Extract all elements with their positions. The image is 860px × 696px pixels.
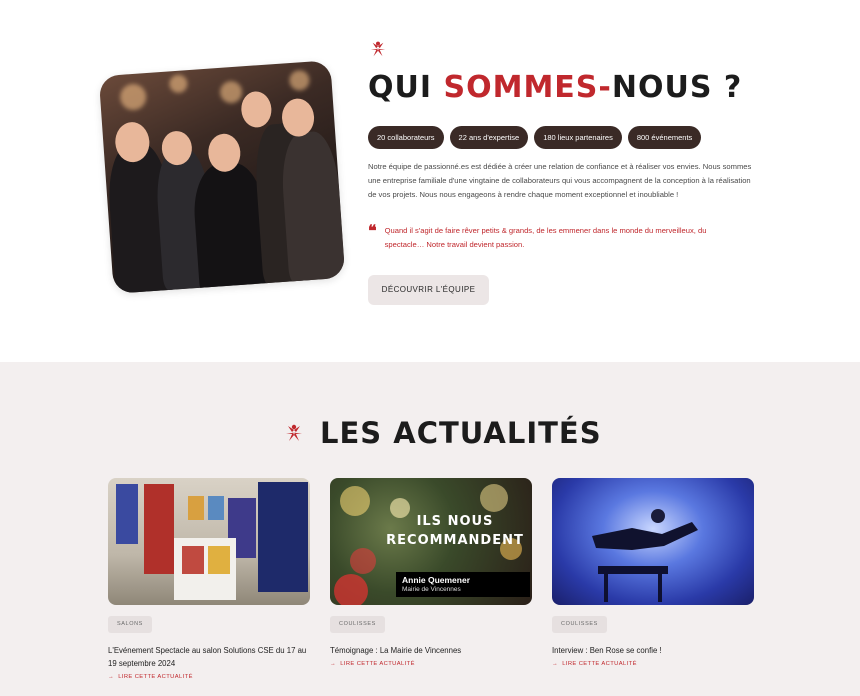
- about-title: QUI SOMMES-NOUS ?: [368, 70, 743, 105]
- news-card-title[interactable]: Témoignage : La Mairie de Vincennes: [330, 644, 530, 657]
- news-card-title[interactable]: L'Evénement Spectacle au salon Solutions…: [108, 644, 308, 670]
- read-news-link[interactable]: → LIRE CETTE ACTUALITÉ: [330, 661, 532, 667]
- news-card-title[interactable]: Interview : Ben Rose se confie !: [552, 644, 752, 657]
- arrow-right-icon: →: [330, 661, 337, 667]
- recommend-overlay: ILS NOUS RECOMMANDENT: [386, 514, 524, 548]
- stat-pill: 22 ans d'expertise: [449, 126, 529, 149]
- about-title-accent: SOMMES-: [443, 70, 612, 105]
- quote-text: Quand il s'agit de faire rêver petits & …: [384, 226, 707, 249]
- news-card-tag: SALONS: [108, 616, 152, 633]
- about-section: QUI SOMMES-NOUS ? 20 collaborateurs 22 a…: [0, 0, 860, 362]
- recommend-name-box: Annie Quemener Mairie de Vincennes: [396, 572, 530, 597]
- star-figure-icon: [286, 424, 302, 441]
- news-card-image[interactable]: [552, 478, 754, 605]
- quote-icon: ❝: [368, 221, 377, 240]
- news-card-tag: COULISSES: [552, 616, 607, 633]
- about-quote: ❝ Quand il s'agit de faire rêver petits …: [368, 221, 748, 252]
- stat-pill: 20 collaborateurs: [368, 126, 444, 149]
- stat-pill: 800 événements: [627, 126, 702, 149]
- news-card[interactable]: COULISSES Interview : Ben Rose se confie…: [552, 478, 754, 667]
- read-news-link[interactable]: → LIRE CETTE ACTUALITÉ: [108, 674, 310, 680]
- news-card[interactable]: SALONS L'Evénement Spectacle au salon So…: [108, 478, 310, 680]
- stat-pill: 180 lieux partenaires: [534, 126, 622, 149]
- team-photo: [98, 60, 346, 294]
- stats-pills: 20 collaborateurs 22 ans d'expertise 180…: [368, 126, 702, 149]
- arrow-right-icon: →: [108, 674, 115, 680]
- arrow-right-icon: →: [552, 661, 559, 667]
- news-card-image[interactable]: [108, 478, 310, 605]
- discover-team-button[interactable]: DÉCOUVRIR L'ÉQUIPE: [368, 275, 489, 305]
- news-card[interactable]: ILS NOUS RECOMMANDENT Annie Quemener Mai…: [330, 478, 532, 667]
- about-paragraph: Notre équipe de passionné.es est dédiée …: [368, 162, 752, 199]
- news-card-image[interactable]: ILS NOUS RECOMMANDENT Annie Quemener Mai…: [330, 478, 532, 605]
- news-title: LES ACTUALITÉS: [320, 416, 602, 450]
- star-figure-icon: [370, 41, 386, 57]
- news-section: LES ACTUALITÉS SALONS L'Evénement Specta…: [0, 362, 860, 696]
- stage-performer-illustration: [592, 509, 698, 602]
- news-header: LES ACTUALITÉS: [284, 416, 602, 450]
- news-card-tag: COULISSES: [330, 616, 385, 633]
- read-news-link[interactable]: → LIRE CETTE ACTUALITÉ: [552, 661, 754, 667]
